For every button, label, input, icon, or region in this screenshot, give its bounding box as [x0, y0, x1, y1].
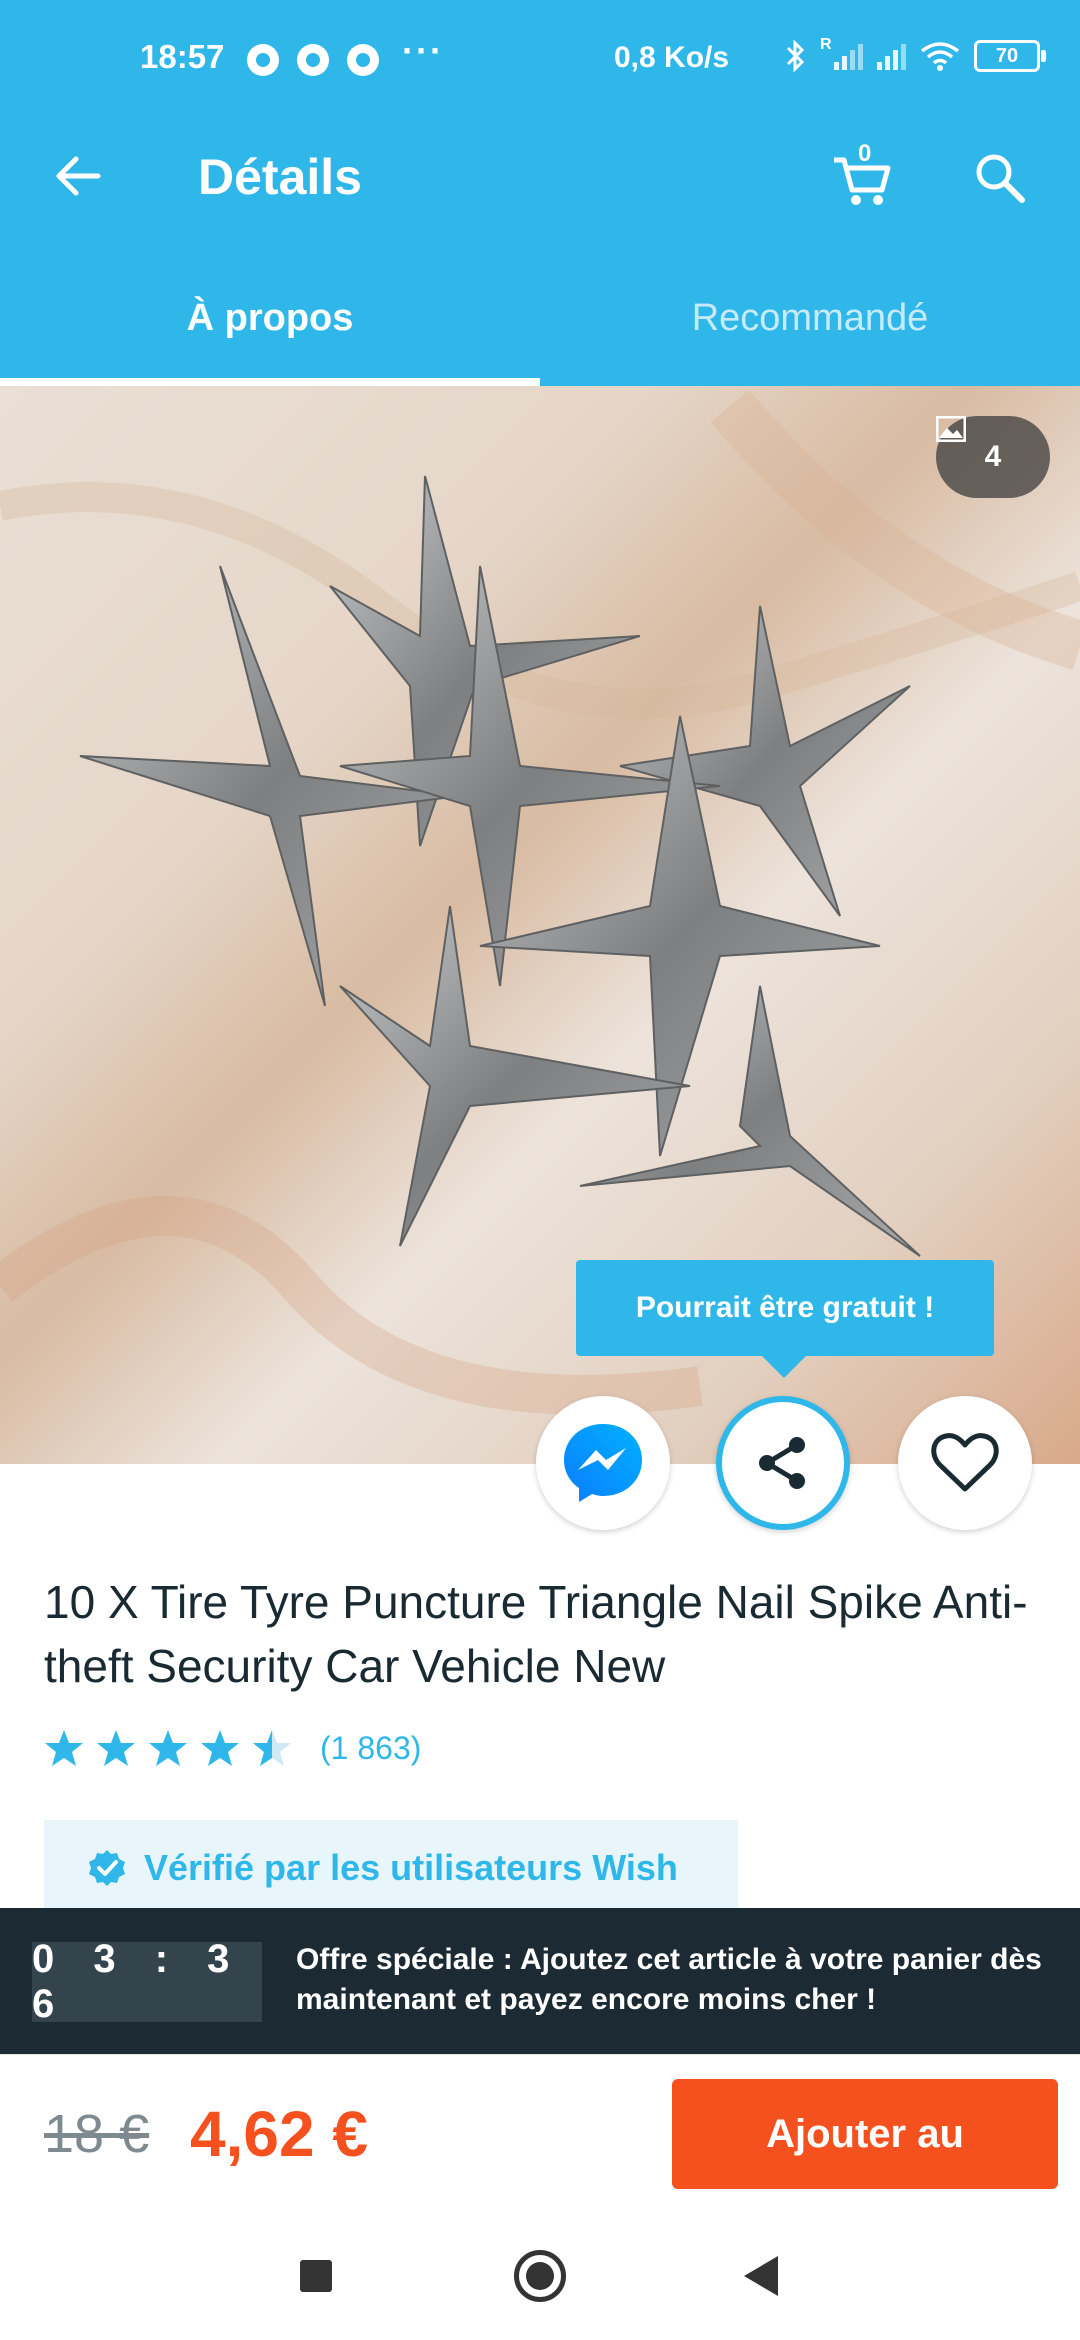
back-arrow-icon[interactable]: [52, 150, 104, 202]
star-icon: [97, 1730, 135, 1766]
image-icon: [936, 416, 966, 442]
rating-count[interactable]: (1 863): [320, 1730, 421, 1767]
more-notifications-icon: ···: [402, 30, 444, 71]
tab-a-propos[interactable]: À propos: [0, 250, 540, 386]
back-triangle-icon[interactable]: [744, 2256, 778, 2296]
old-price: 18 €: [44, 2104, 150, 2164]
half-star-icon: [253, 1730, 291, 1766]
network-speed: 0,8 Ko/s: [614, 41, 730, 74]
star-icon: [149, 1730, 187, 1766]
chrome-icon: [347, 44, 379, 76]
chrome-icon: [247, 44, 279, 76]
wifi-icon: [920, 42, 960, 71]
signal-icon: [877, 42, 906, 70]
search-icon[interactable]: [972, 150, 1028, 206]
rating-row[interactable]: (1 863): [44, 1728, 421, 1768]
chrome-icon: [297, 44, 329, 76]
recent-apps-icon[interactable]: [300, 2260, 332, 2292]
roaming-indicator: R: [820, 36, 832, 53]
free-tooltip: Pourrait être gratuit !: [576, 1260, 994, 1378]
favorite-button[interactable]: [898, 1396, 1032, 1530]
countdown-timer: 0 3 : 3 6: [32, 1937, 262, 2026]
star-icon: [201, 1730, 239, 1766]
messenger-icon: [564, 1424, 642, 1502]
page-title: Détails: [198, 149, 362, 205]
image-count: 4: [984, 440, 1002, 473]
status-bar: 18:57 ··· 0,8 Ko/s R 70: [0, 0, 1080, 100]
add-to-cart-button[interactable]: Ajouter au: [672, 2079, 1058, 2189]
heart-icon: [931, 1433, 999, 1492]
tab-recommande[interactable]: Recommandé: [540, 250, 1080, 386]
status-time: 18:57: [140, 38, 225, 75]
image-count-badge[interactable]: 4: [936, 416, 1050, 498]
bluetooth-icon: [786, 40, 805, 72]
cart-count-badge: 0: [858, 140, 872, 167]
offer-text: Offre spéciale : Ajoutez cet article à v…: [296, 1943, 1042, 2016]
current-price: 4,62 €: [190, 2098, 368, 2170]
buy-bar: 18 € 4,62 € Ajouter au: [0, 2054, 1080, 2211]
product-title: 10 X Tire Tyre Puncture Triangle Nail Sp…: [44, 1576, 1028, 1692]
special-offer-banner[interactable]: 0 3 : 3 6 Offre spéciale : Ajoutez cet a…: [0, 1908, 1080, 2072]
system-nav-bar: [0, 2210, 1080, 2340]
home-icon[interactable]: [514, 2250, 566, 2302]
messenger-button[interactable]: [536, 1396, 670, 1530]
share-icon: [759, 1437, 805, 1489]
verified-badge[interactable]: Vérifié par les utilisateurs Wish: [44, 1820, 738, 1916]
share-button[interactable]: [716, 1396, 850, 1530]
battery-icon: 70: [974, 40, 1046, 72]
verified-check-icon: [89, 1850, 125, 1886]
status-icons: R 70: [784, 36, 1046, 72]
app-bar: Détails 0: [0, 100, 1080, 250]
star-icon: [45, 1730, 83, 1766]
verified-label: Vérifié par les utilisateurs Wish: [144, 1847, 678, 1888]
tab-indicator: [0, 378, 540, 386]
tab-bar: À propos Recommandé: [0, 250, 1080, 386]
